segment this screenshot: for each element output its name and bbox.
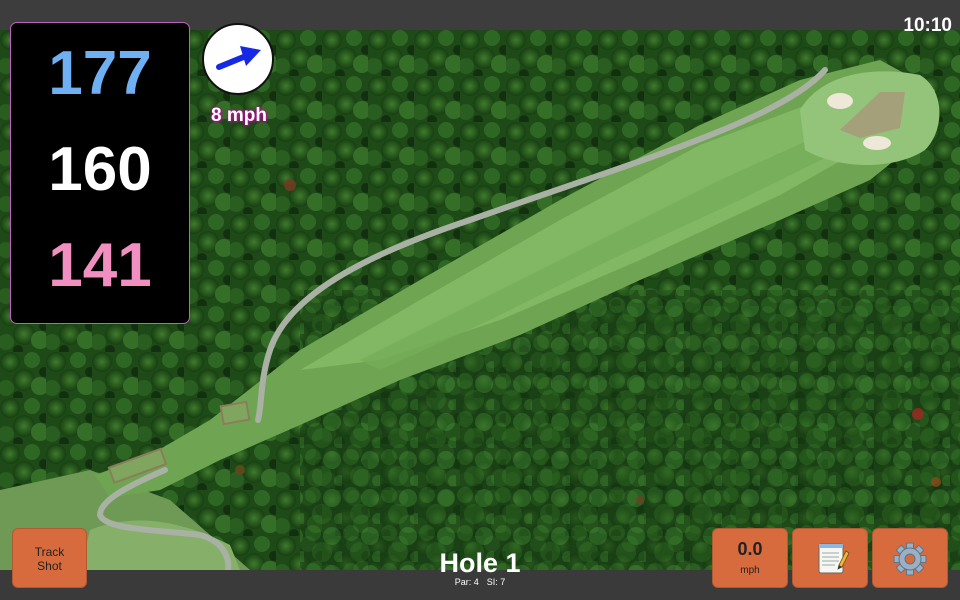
wind-indicator xyxy=(202,23,274,95)
track-shot-label-line1: Track xyxy=(34,545,65,559)
wind-arrow-icon xyxy=(216,46,261,70)
speed-button[interactable]: 0.0 mph xyxy=(712,528,788,588)
stroke-index-label: SI: 7 xyxy=(486,577,506,587)
speed-unit: mph xyxy=(740,565,760,576)
hole-info: Par: 4 SI: 7 xyxy=(400,577,560,588)
par-label: Par: 4 xyxy=(454,577,479,587)
speed-value: 0.0 xyxy=(737,539,763,559)
center-distance: 160 xyxy=(48,135,152,204)
golf-gps-screen: 10:10 177 160 141 8 mph Track Shot Hole … xyxy=(0,0,960,600)
back-distance: 177 xyxy=(48,39,152,108)
track-shot-button[interactable]: Track Shot xyxy=(12,528,87,588)
track-shot-label-line2: Shot xyxy=(37,559,62,573)
settings-button[interactable] xyxy=(872,528,948,588)
gear-icon xyxy=(893,542,927,576)
hole-title: Hole 1 xyxy=(439,548,521,578)
notepad-icon xyxy=(818,543,850,574)
clock: 10:10 xyxy=(903,15,952,36)
wind-speed-label: 8 mph xyxy=(211,105,267,126)
distance-panel: 177 160 141 xyxy=(10,22,190,324)
notes-button[interactable] xyxy=(792,528,868,588)
front-distance: 141 xyxy=(48,231,152,300)
